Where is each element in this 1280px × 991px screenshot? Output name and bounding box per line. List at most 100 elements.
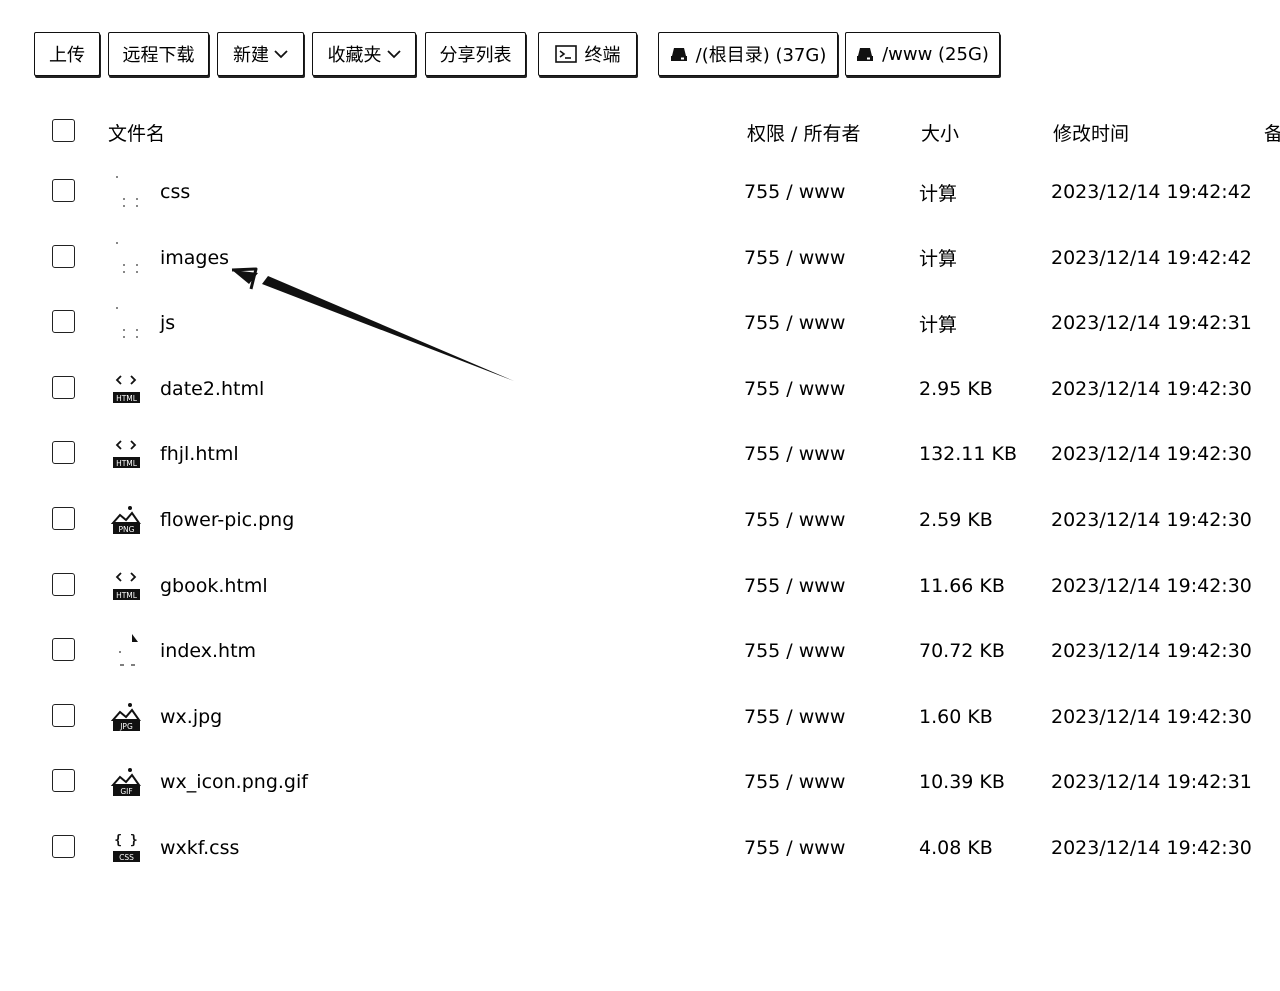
folder-icon (110, 239, 144, 275)
table-row[interactable]: images 755 / www 计算 2023/12/14 19:42:42 (0, 225, 1280, 291)
file-permission[interactable]: 755 / www (744, 749, 845, 815)
file-modified-time: 2023/12/14 19:42:31 (1051, 312, 1252, 335)
svg-text:CSS: CSS (119, 853, 134, 862)
row-checkbox[interactable] (52, 179, 75, 202)
file-size: 70.72 KB (919, 640, 1005, 663)
row-checkbox[interactable] (52, 769, 75, 793)
disk-root-label: /(根目录) (37G) (695, 45, 827, 66)
table-row[interactable]: { } CSS wxkf.css 755 / www 4.08 KB 2023/12/14… (0, 815, 1280, 881)
table-row[interactable]: css 755 / www 计算 2023/12/14 19:42:42 (0, 159, 1280, 225)
file-size: 2.59 KB (919, 509, 993, 531)
table-row[interactable]: PNG flower-pic.png 755 / www 2.59 KB 2023/12… (0, 487, 1280, 553)
toolbar: 上传 远程下载 新建 收藏夹 分享列表 终端 /(根目录) (37G) /www… (0, 0, 1280, 90)
file-permission[interactable]: 755 / www (744, 290, 845, 356)
share-list-button[interactable]: 分享列表 (425, 32, 526, 76)
row-checkbox[interactable] (52, 507, 75, 530)
file-size: 11.66 KB (919, 574, 1005, 597)
row-checkbox[interactable] (52, 835, 75, 858)
file-permission[interactable]: 755 / www (744, 684, 845, 750)
favorites-dropdown-button[interactable]: 收藏夹 (312, 32, 416, 76)
share-list-button-label: 分享列表 (439, 45, 512, 66)
file-name[interactable]: css (160, 159, 190, 225)
file-permission[interactable]: 755 / www (744, 421, 845, 487)
select-all-checkbox[interactable] (52, 119, 75, 142)
svg-text:GIF: GIF (120, 787, 132, 796)
file-name[interactable]: images (160, 225, 229, 291)
svg-text:HTML: HTML (116, 459, 138, 468)
row-checkbox[interactable] (52, 244, 75, 268)
file-modified-time: 2023/12/14 19:42:30 (1051, 377, 1252, 400)
header-size[interactable]: 大小 (921, 112, 959, 152)
table-row[interactable]: js 755 / www 计算 2023/12/14 19:42:31 (0, 290, 1280, 356)
file-modified-time: 2023/12/14 19:42:30 (1051, 574, 1252, 597)
file-permission[interactable]: 755 / www (744, 553, 845, 619)
html-file-icon: HTML (110, 567, 144, 603)
chevron-down-icon (386, 50, 401, 59)
file-permission[interactable]: 755 / www (744, 618, 845, 684)
table-row[interactable]: GIF wx_icon.png.gif 755 / www 10.39 KB 2023/… (0, 749, 1280, 815)
new-button-label: 新建 (233, 45, 269, 66)
file-modified-time: 2023/12/14 19:42:31 (1051, 771, 1252, 794)
file-modified-time: 2023/12/14 19:42:30 (1051, 509, 1252, 531)
file-permission[interactable]: 755 / www (744, 159, 845, 225)
file-size: 2.95 KB (919, 377, 993, 400)
upload-button-label: 上传 (49, 45, 85, 66)
folder-icon (110, 304, 144, 340)
svg-text:HTML: HTML (116, 591, 138, 600)
upload-button[interactable]: 上传 (34, 32, 100, 76)
svg-text:PNG: PNG (119, 525, 135, 534)
row-checkbox[interactable] (52, 310, 75, 334)
chevron-down-icon (274, 50, 288, 59)
svg-text:{ }: { } (114, 833, 137, 848)
disk-root-button[interactable]: /(根目录) (37G) (658, 32, 838, 76)
file-size: 4.08 KB (919, 837, 993, 859)
file-size: 计算 (919, 182, 958, 205)
row-checkbox[interactable] (52, 375, 75, 399)
file-size: 10.39 KB (919, 771, 1005, 794)
file-name[interactable]: js (160, 290, 175, 356)
terminal-button-label: 终端 (584, 45, 621, 66)
generic-file-icon (110, 632, 144, 668)
file-permission[interactable]: 755 / www (744, 225, 845, 291)
new-dropdown-button[interactable]: 新建 (217, 32, 304, 76)
file-modified-time: 2023/12/14 19:42:30 (1051, 640, 1252, 663)
disk-www-button[interactable]: /www (25G) (845, 32, 1000, 76)
file-name[interactable]: wx.jpg (160, 684, 222, 750)
remote-download-button-label: 远程下载 (122, 45, 195, 66)
row-checkbox[interactable] (52, 703, 75, 727)
file-name[interactable]: flower-pic.png (160, 487, 294, 553)
svg-text:HTML: HTML (116, 394, 138, 403)
header-file-name[interactable]: 文件名 (108, 112, 165, 152)
file-name[interactable]: index.htm (160, 618, 256, 684)
file-size: 计算 (919, 248, 958, 271)
table-row[interactable]: JPG wx.jpg 755 / www 1.60 KB 2023/12/14 19:4… (0, 684, 1280, 750)
terminal-icon (554, 45, 577, 63)
table-row[interactable]: HTML fhjl.html 755 / www 132.11 KB 2023/12/1… (0, 421, 1280, 487)
file-name[interactable]: date2.html (160, 356, 264, 422)
file-name[interactable]: gbook.html (160, 553, 268, 619)
disk-www-label: /www (25G) (882, 43, 989, 65)
file-size: 132.11 KB (919, 443, 1018, 466)
table-row[interactable]: index.htm 755 / www 70.72 KB 2023/12/14 19:… (0, 618, 1280, 684)
file-permission[interactable]: 755 / www (744, 815, 845, 881)
remote-download-button[interactable]: 远程下载 (108, 32, 209, 76)
table-row[interactable]: HTML date2.html 755 / www 2.95 KB 2023/12/14… (0, 356, 1280, 422)
header-note[interactable]: 备 (1264, 112, 1280, 152)
file-permission[interactable]: 755 / www (744, 487, 845, 553)
favorites-button-label: 收藏夹 (327, 45, 382, 66)
header-modified-time[interactable]: 修改时间 (1053, 112, 1129, 152)
html-file-icon: HTML (110, 370, 144, 406)
file-name[interactable]: wxkf.css (160, 815, 239, 881)
table-row[interactable]: HTML gbook.html 755 / www 11.66 KB 2023/12/1… (0, 553, 1280, 619)
row-checkbox[interactable] (52, 441, 75, 465)
file-permission[interactable]: 755 / www (744, 356, 845, 422)
table-header: 文件名 权限 / 所有者 大小 修改时间 备 (0, 112, 1280, 152)
row-checkbox[interactable] (52, 638, 75, 662)
gif-file-icon: GIF (110, 763, 144, 799)
terminal-button[interactable]: 终端 (538, 32, 637, 76)
file-name[interactable]: fhjl.html (160, 421, 239, 487)
file-name[interactable]: wx_icon.png.gif (160, 749, 308, 815)
svg-text:JPG: JPG (119, 722, 133, 731)
row-checkbox[interactable] (52, 572, 75, 596)
header-permission-owner[interactable]: 权限 / 所有者 (747, 112, 860, 152)
